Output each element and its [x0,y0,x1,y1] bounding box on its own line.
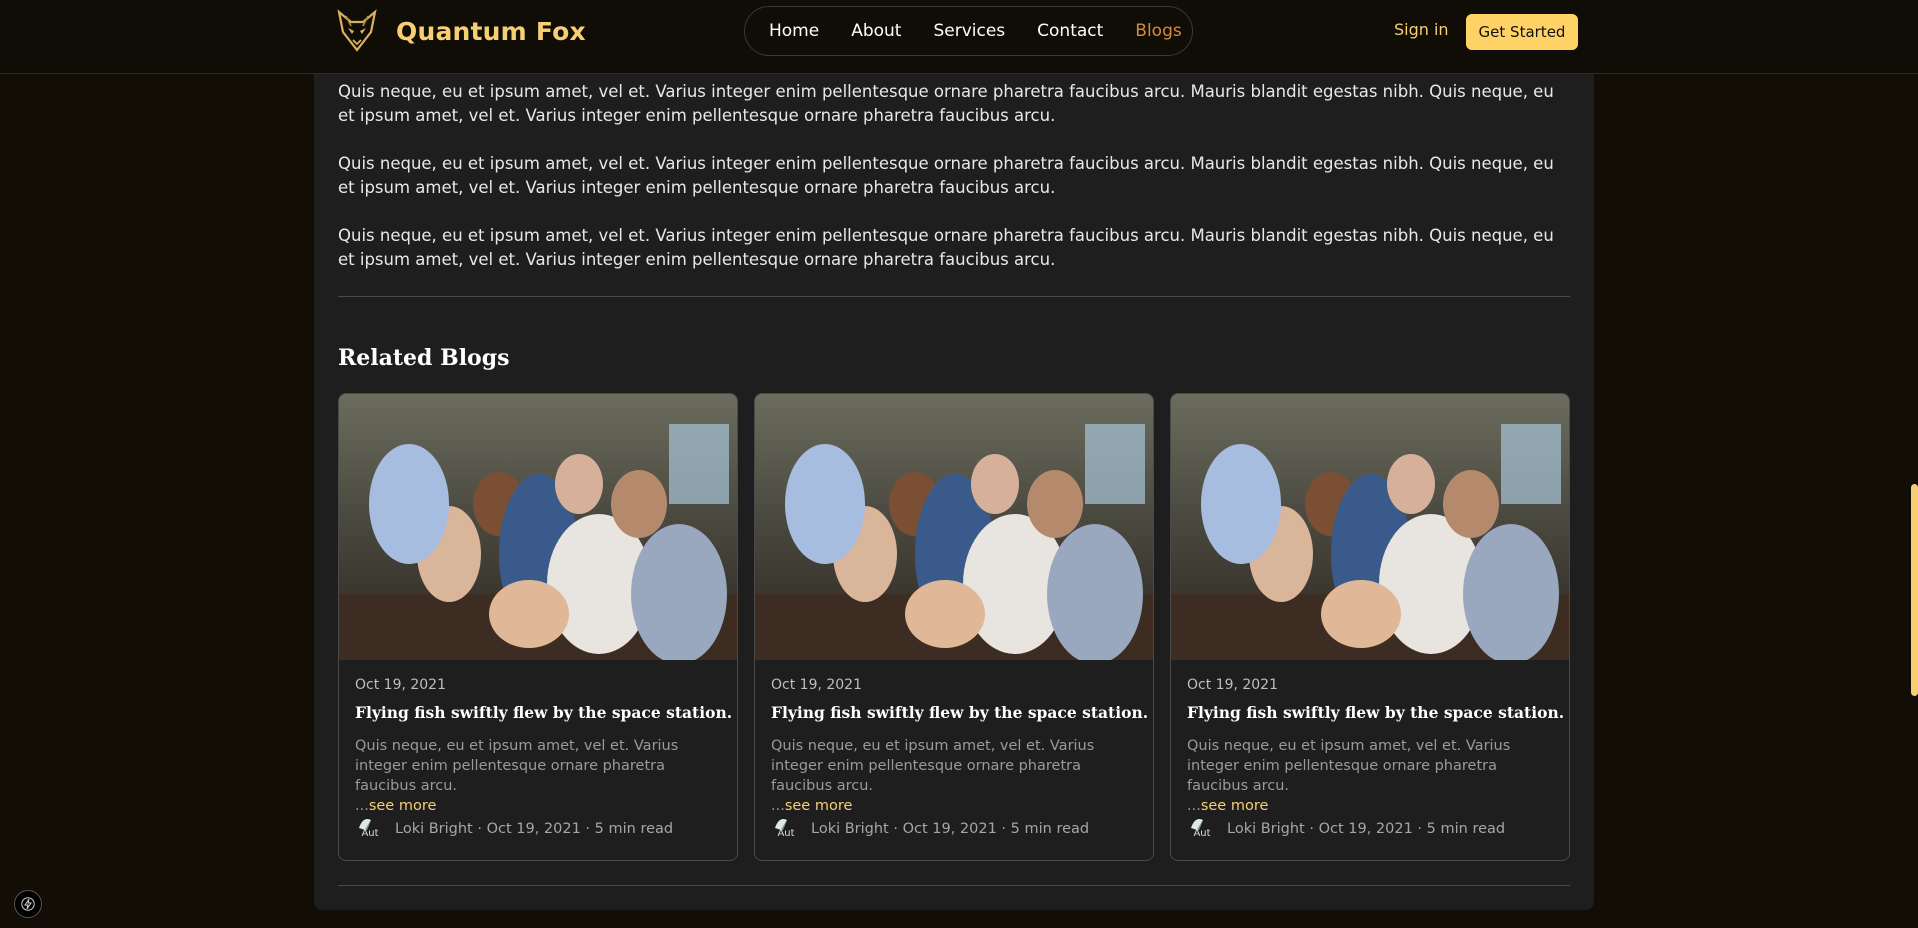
see-more-link[interactable]: see more [785,798,853,814]
nav-about[interactable]: About [851,21,901,41]
excerpt-ellipsis: ... [771,798,785,814]
author-avatar: Aut [355,814,385,844]
get-started-button[interactable]: Get Started [1466,14,1578,50]
fox-logo-icon [337,9,377,52]
blog-card-image [755,394,1153,660]
nav-services[interactable]: Services [933,21,1005,41]
blog-card-byline: Loki Bright · Oct 19, 2021 · 5 min read [811,821,1090,837]
blog-card-title[interactable]: Flying fish swiftly flew by the space st… [355,703,732,722]
main-nav: Home About Services Contact Blogs [744,6,1193,56]
article-paragraph: Quis neque, eu et ipsum amet, vel et. Va… [338,154,1554,197]
avatar-alt-text: Aut [1193,828,1211,839]
blog-card-byline: Loki Bright · Oct 19, 2021 · 5 min read [395,821,674,837]
excerpt-ellipsis: ... [355,798,369,814]
blog-card-excerpt: Quis neque, eu et ipsum amet, vel et. Va… [355,736,727,816]
brand-name: Quantum Fox [396,16,586,46]
site-header: Quantum Fox Home About Services Contact … [0,0,1918,74]
sign-in-link[interactable]: Sign in [1394,20,1449,39]
blog-card-meta: Aut Loki Bright · Oct 19, 2021 · 5 min r… [355,814,673,844]
see-more-link[interactable]: see more [369,798,437,814]
blog-card-title[interactable]: Flying fish swiftly flew by the space st… [771,703,1148,722]
related-blogs-heading: Related Blogs [338,345,510,371]
author-avatar: Aut [1187,814,1217,844]
article-paragraph: Quis neque, eu et ipsum amet, vel et. Va… [338,82,1554,125]
blog-card-byline: Loki Bright · Oct 19, 2021 · 5 min read [1227,821,1506,837]
section-divider [338,885,1570,886]
blog-card[interactable]: Oct 19, 2021 Flying fish swiftly flew by… [338,393,738,861]
avatar-alt-text: Aut [777,828,795,839]
blog-card-title[interactable]: Flying fish swiftly flew by the space st… [1187,703,1564,722]
blog-card-excerpt-text: Quis neque, eu et ipsum amet, vel et. Va… [1187,738,1511,794]
blog-card-excerpt: Quis neque, eu et ipsum amet, vel et. Va… [771,736,1143,816]
blog-card-date: Oct 19, 2021 [355,677,446,693]
blog-card[interactable]: Oct 19, 2021 Flying fish swiftly flew by… [1170,393,1570,861]
section-divider [338,296,1570,297]
blog-card-image [1171,394,1569,660]
blog-card-meta: Aut Loki Bright · Oct 19, 2021 · 5 min r… [1187,814,1505,844]
blog-card-image [339,394,737,660]
nav-blogs[interactable]: Blogs [1135,21,1181,41]
nav-contact[interactable]: Contact [1037,21,1103,41]
blog-card-date: Oct 19, 2021 [771,677,862,693]
lightning-bolt-icon[interactable] [14,890,42,918]
blog-card[interactable]: Oct 19, 2021 Flying fish swiftly flew by… [754,393,1154,861]
nav-home[interactable]: Home [769,21,819,41]
excerpt-ellipsis: ... [1187,798,1201,814]
author-avatar: Aut [771,814,801,844]
blog-card-excerpt-text: Quis neque, eu et ipsum amet, vel et. Va… [355,738,679,794]
page-scrollbar-track[interactable] [1911,0,1918,928]
blog-card-date: Oct 19, 2021 [1187,677,1278,693]
avatar-alt-text: Aut [361,828,379,839]
article-paragraph: Quis neque, eu et ipsum amet, vel et. Va… [338,226,1554,269]
blog-card-excerpt: Quis neque, eu et ipsum amet, vel et. Va… [1187,736,1559,816]
see-more-link[interactable]: see more [1201,798,1269,814]
page-scrollbar-thumb[interactable] [1911,484,1918,696]
brand[interactable]: Quantum Fox [334,8,586,54]
blog-card-meta: Aut Loki Bright · Oct 19, 2021 · 5 min r… [771,814,1089,844]
blog-card-excerpt-text: Quis neque, eu et ipsum amet, vel et. Va… [771,738,1095,794]
